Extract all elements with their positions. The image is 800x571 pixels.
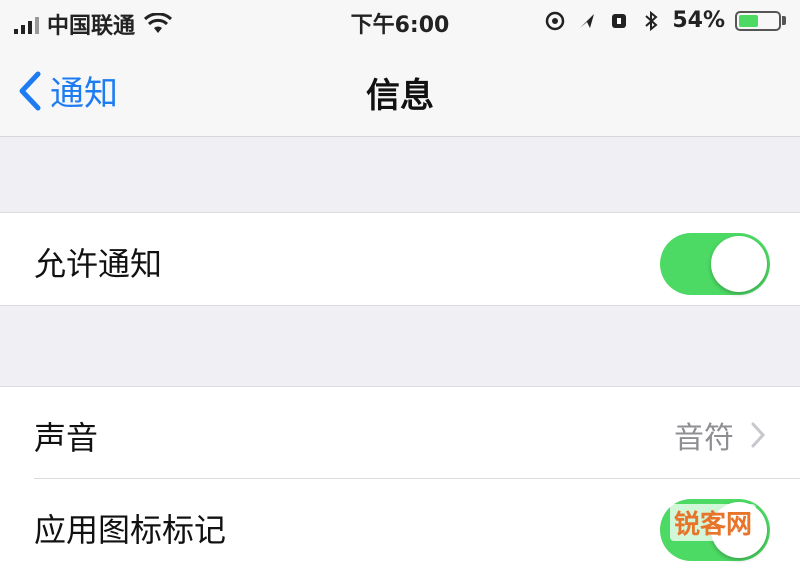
sounds-detail: 音符 [674, 413, 766, 457]
chevron-right-icon [751, 422, 766, 448]
do-not-disturb-icon [612, 13, 627, 28]
bluetooth-icon [645, 10, 658, 31]
navigation-bar: 通知 信息 [0, 44, 800, 137]
allow-notifications-label: 允许通知 [34, 245, 163, 283]
toggle-knob [711, 236, 767, 292]
battery-icon [735, 10, 786, 31]
allow-notifications-row: 允许通知 [0, 213, 800, 305]
watermark-logo: 锐客网 [669, 504, 756, 541]
location-icon [546, 11, 565, 30]
battery-percent: 54% [672, 8, 725, 33]
sounds-row[interactable]: 声音 音符 [0, 387, 800, 479]
sounds-value: 音符 [674, 421, 734, 456]
page-title: 信息 [366, 76, 434, 116]
status-bar: 中国联通 下午6:00 54% [0, 0, 800, 44]
sounds-label: 声音 [34, 419, 99, 457]
settings-group-allow: 允许通知 [0, 212, 800, 306]
allow-notifications-toggle[interactable] [660, 233, 770, 295]
settings-group-options: 声音 音符 应用图标标记 [0, 386, 800, 571]
badge-app-icon-label: 应用图标标记 [34, 511, 227, 549]
status-right: 54% [544, 8, 786, 33]
alarm-icon [580, 13, 595, 28]
